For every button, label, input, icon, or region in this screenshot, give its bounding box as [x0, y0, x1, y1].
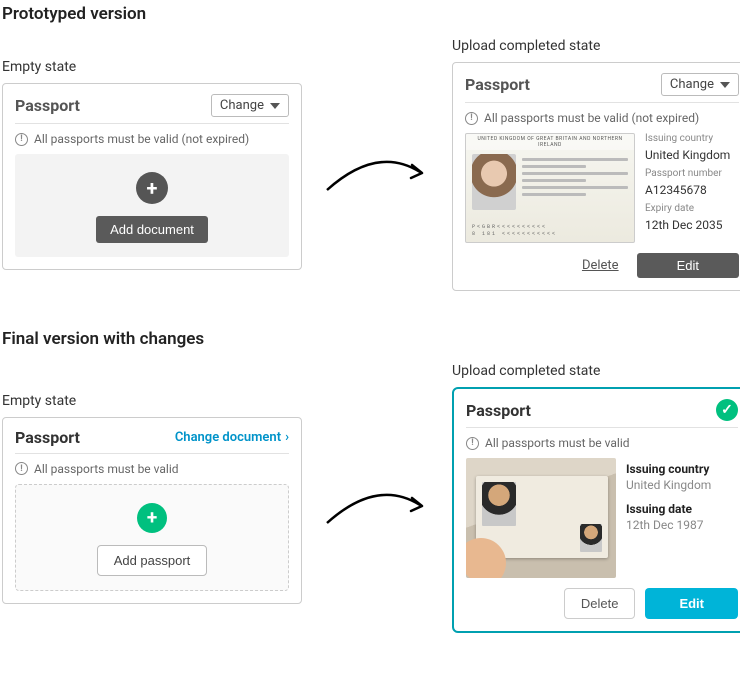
section-title-final: Final version with changes: [2, 329, 738, 349]
arrow-icon: [322, 150, 432, 200]
passport-photo-icon: [580, 524, 602, 552]
final-completed-col: Upload completed state Passport ✓ ! All …: [452, 363, 740, 633]
chevron-down-icon: [720, 82, 730, 88]
state-label-completed: Upload completed state: [452, 363, 740, 379]
details-list: Issuing country United Kingdom Issuing d…: [626, 458, 738, 578]
edit-button[interactable]: Edit: [645, 588, 738, 619]
details-list: Issuing country United Kingdom Passport …: [645, 133, 739, 243]
state-label-completed: Upload completed state: [452, 38, 740, 54]
info-text: All passports must be valid: [34, 462, 179, 476]
passport-thumbnail: UNITED KINGDOM OF GREAT BRITAIN AND NORT…: [465, 133, 635, 243]
chevron-right-icon: ›: [285, 430, 289, 445]
card-header: Passport Change: [465, 73, 739, 103]
state-label-empty: Empty state: [2, 393, 302, 409]
issuing-country-value: United Kingdom: [626, 478, 738, 492]
card-actions: Delete Edit: [465, 253, 739, 278]
info-icon: !: [15, 133, 28, 146]
final-empty-card: Passport Change document › ! All passpor…: [2, 417, 302, 604]
card-title: Passport: [465, 75, 530, 94]
delete-button[interactable]: Delete: [564, 588, 636, 619]
document-details: UNITED KINGDOM OF GREAT BRITAIN AND NORT…: [465, 133, 739, 243]
change-button[interactable]: Change: [211, 94, 289, 117]
info-icon: !: [15, 462, 28, 475]
proto-completed-col: Upload completed state Passport Change !…: [452, 38, 740, 291]
card-title: Passport: [15, 96, 80, 115]
document-details: Issuing country United Kingdom Issuing d…: [466, 458, 738, 578]
delete-link[interactable]: Delete: [582, 258, 619, 273]
final-row: Empty state Passport Change document › !…: [2, 363, 738, 633]
info-text: All passports must be valid: [485, 436, 630, 450]
passport-number-value: A12345678: [645, 183, 739, 197]
proto-empty-card: Passport Change ! All passports must be …: [2, 83, 302, 270]
card-header: Passport Change document ›: [15, 428, 289, 454]
issuing-date-label: Issuing date: [626, 502, 738, 516]
change-document-link[interactable]: Change document ›: [175, 430, 289, 445]
card-title: Passport: [466, 401, 531, 420]
info-icon: !: [465, 112, 478, 125]
card-header: Passport Change: [15, 94, 289, 124]
passport-mock-header: UNITED KINGDOM OF GREAT BRITAIN AND NORT…: [466, 134, 634, 150]
arrow-icon: [322, 483, 432, 533]
proto-row: Empty state Passport Change ! All passpo…: [2, 38, 738, 291]
final-empty-col: Empty state Passport Change document › !…: [2, 393, 302, 604]
change-label: Change: [220, 98, 264, 113]
card-header: Passport ✓: [466, 399, 738, 428]
issuing-date-value: 12th Dec 1987: [626, 518, 738, 532]
upload-dropzone[interactable]: + Add document: [15, 154, 289, 257]
info-text: All passports must be valid (not expired…: [34, 132, 249, 146]
proto-empty-col: Empty state Passport Change ! All passpo…: [2, 59, 302, 270]
passport-photo-icon: [472, 154, 516, 210]
check-icon: ✓: [716, 399, 738, 421]
upload-dropzone[interactable]: + Add passport: [15, 484, 289, 591]
edit-button[interactable]: Edit: [637, 253, 739, 278]
change-label: Change document: [175, 430, 281, 445]
final-completed-card: Passport ✓ ! All passports must be valid: [452, 387, 740, 633]
passport-thumbnail: [466, 458, 616, 578]
card-actions: Delete Edit: [466, 588, 738, 619]
expiry-value: 12th Dec 2035: [645, 218, 739, 232]
add-passport-button[interactable]: Add passport: [97, 545, 208, 576]
info-row: ! All passports must be valid (not expir…: [465, 111, 739, 125]
chevron-down-icon: [270, 103, 280, 109]
issuing-country-value: United Kingdom: [645, 148, 739, 162]
issuing-country-label: Issuing country: [645, 133, 739, 144]
info-text: All passports must be valid (not expired…: [484, 111, 699, 125]
expiry-label: Expiry date: [645, 203, 739, 214]
info-icon: !: [466, 437, 479, 450]
info-row: ! All passports must be valid: [15, 462, 289, 476]
add-document-button[interactable]: Add document: [96, 216, 208, 243]
proto-completed-card: Passport Change ! All passports must be …: [452, 62, 740, 291]
section-title-prototyped: Prototyped version: [2, 4, 738, 24]
change-label: Change: [670, 77, 714, 92]
plus-icon: +: [136, 172, 168, 204]
plus-icon: +: [137, 503, 167, 533]
card-title: Passport: [15, 428, 80, 447]
issuing-country-label: Issuing country: [626, 462, 738, 476]
change-button[interactable]: Change: [661, 73, 739, 96]
state-label-empty: Empty state: [2, 59, 302, 75]
passport-number-label: Passport number: [645, 168, 739, 179]
info-row: ! All passports must be valid (not expir…: [15, 132, 289, 146]
passport-photo-icon: [482, 482, 516, 526]
info-row: ! All passports must be valid: [466, 436, 738, 450]
